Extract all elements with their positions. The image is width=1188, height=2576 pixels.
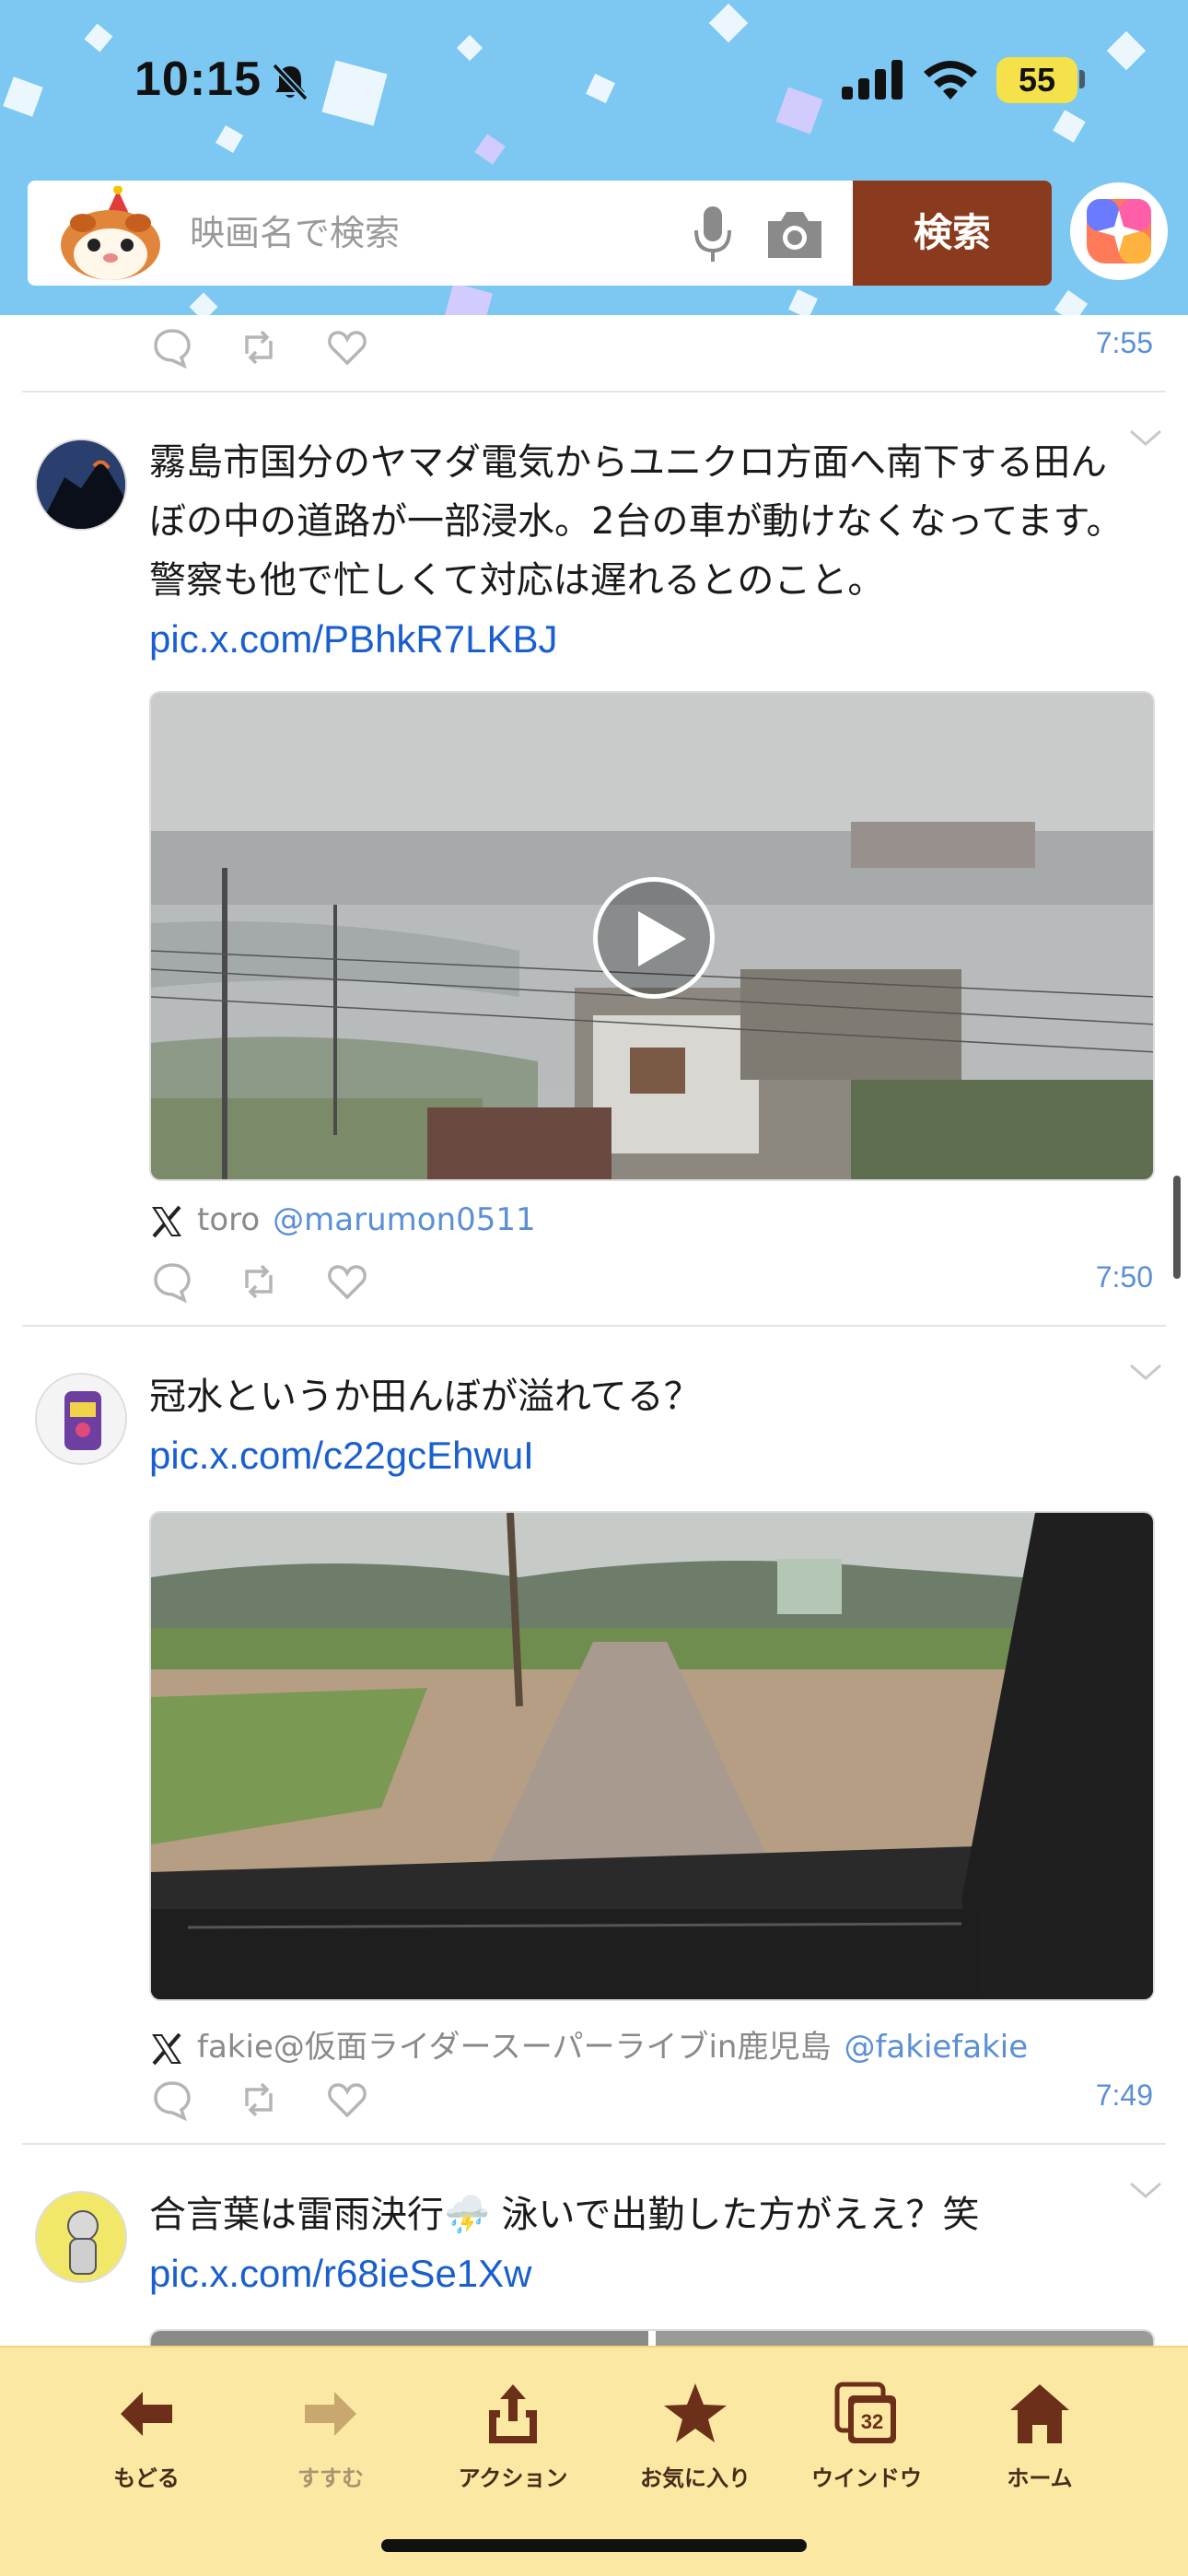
flooded-road-photo xyxy=(151,1513,1153,1999)
tweet-link[interactable]: pic.x.com/r68ieSe1Xw xyxy=(149,2252,532,2295)
chevron-down-icon[interactable] xyxy=(1127,2180,1164,2202)
back-button[interactable]: もどる xyxy=(68,2381,225,2492)
search-input[interactable] xyxy=(190,181,687,286)
tweet-attribution[interactable]: toro @marumon0511 xyxy=(149,1201,536,1239)
camera-icon[interactable] xyxy=(764,206,825,262)
tweet-body: 霧島市国分のヤマダ電気からユニクロ方面へ南下する田んぼの中の道路が一部浸水。2台… xyxy=(149,441,1124,602)
like-icon[interactable] xyxy=(326,326,368,369)
home-icon xyxy=(1010,2384,1069,2443)
tweet-timestamp[interactable]: 7:49 xyxy=(1096,2078,1153,2113)
favorites-label: お気に入り xyxy=(640,2465,751,2491)
confetti-decoration xyxy=(189,292,218,315)
author-handle[interactable]: @fakiefakie xyxy=(844,2029,1028,2066)
monkey-avatar-image xyxy=(37,2193,125,2281)
like-icon[interactable] xyxy=(326,2078,368,2121)
forward-label: すすむ xyxy=(297,2465,364,2491)
play-button[interactable] xyxy=(593,877,715,999)
reply-icon[interactable] xyxy=(151,2078,193,2121)
star-icon xyxy=(664,2383,727,2442)
tweet-body: 冠水というか田んぼが溢れてる？ xyxy=(149,1376,701,1418)
reply-icon[interactable] xyxy=(151,1260,193,1303)
battery-cap xyxy=(1079,70,1085,88)
search-button[interactable]: 検索 xyxy=(853,181,1052,286)
x-logo-icon xyxy=(152,2032,181,2065)
app-header: 10:15 55 映画名で検索 検索 xyxy=(0,0,1188,315)
share-icon xyxy=(489,2384,537,2443)
tweet-actions: 7:49 xyxy=(0,2067,1188,2132)
retweet-icon[interactable] xyxy=(238,326,280,369)
avatar[interactable] xyxy=(35,1373,127,1465)
chevron-down-icon[interactable] xyxy=(1127,1362,1164,1384)
tweet-actions: 7:50 xyxy=(0,1249,1188,1314)
tweet-photo[interactable] xyxy=(149,1511,1155,2001)
chevron-down-icon[interactable] xyxy=(1127,427,1164,450)
tweet-divider xyxy=(22,1325,1166,1327)
tweet-body: 合言葉は雷雨決行⛈️ 泳いで出勤した方がええ？笑 xyxy=(149,2194,980,2236)
microphone-icon[interactable] xyxy=(691,205,735,263)
search-bar[interactable]: 検索 xyxy=(28,181,1052,286)
tweet-actions: 7:55 xyxy=(0,315,1188,380)
like-icon[interactable] xyxy=(326,1260,368,1303)
home-indicator[interactable] xyxy=(381,2539,807,2552)
windows-button[interactable]: 32 ウインドウ xyxy=(788,2381,945,2492)
tweet-divider xyxy=(22,391,1166,392)
confetti-decoration xyxy=(788,289,818,315)
arrow-left-icon xyxy=(121,2392,172,2436)
windows-label: ウインドウ xyxy=(811,2465,922,2491)
status-time: 10:15 xyxy=(134,53,262,106)
tweet-link[interactable]: pic.x.com/PBhkR7LKBJ xyxy=(149,617,558,661)
mascot-icon[interactable] xyxy=(52,186,175,282)
tweet-text: 合言葉は雷雨決行⛈️ 泳いで出勤した方がええ？笑 pic.x.com/r68ie… xyxy=(149,2185,1125,2304)
action-label: アクション xyxy=(458,2465,568,2491)
reply-icon[interactable] xyxy=(151,326,193,369)
windows-icon: 32 xyxy=(834,2382,896,2443)
tweet-video[interactable] xyxy=(149,691,1155,1181)
author-handle[interactable]: @marumon0511 xyxy=(273,1201,535,1238)
scrollbar[interactable] xyxy=(1173,1176,1181,1279)
bell-slash-icon xyxy=(272,63,309,101)
x-logo-icon xyxy=(152,1205,181,1237)
back-label: もどる xyxy=(113,2465,180,2491)
tweet-link[interactable]: pic.x.com/c22gcEhwuI xyxy=(149,1434,534,1477)
retweet-icon[interactable] xyxy=(238,2078,280,2121)
tweet-text: 霧島市国分のヤマダ電気からユニクロ方面へ南下する田んぼの中の道路が一部浸水。2台… xyxy=(149,433,1125,670)
action-button[interactable]: アクション xyxy=(435,2381,591,2492)
arrow-right-icon xyxy=(305,2392,356,2436)
app-badge-button[interactable] xyxy=(1070,182,1168,280)
author-name: toro xyxy=(197,1201,261,1238)
tweet-timestamp[interactable]: 7:55 xyxy=(1096,326,1153,360)
figure-avatar-image xyxy=(37,1375,125,1463)
cellular-signal-icon xyxy=(842,60,903,100)
forward-button[interactable]: すすむ xyxy=(252,2381,409,2492)
home-button[interactable]: ホーム xyxy=(961,2381,1118,2492)
play-icon xyxy=(638,911,686,966)
volcano-avatar-image xyxy=(37,440,125,529)
favorites-button[interactable]: お気に入り xyxy=(617,2381,774,2492)
avatar[interactable] xyxy=(35,2191,127,2283)
avatar[interactable] xyxy=(35,439,127,531)
tweet-text: 冠水というか田んぼが溢れてる？ pic.x.com/c22gcEhwuI xyxy=(149,1367,1125,1486)
tweet-divider xyxy=(22,2143,1166,2145)
app-badge-icon xyxy=(1087,199,1151,263)
retweet-icon[interactable] xyxy=(238,1260,280,1303)
status-bar: 10:15 55 xyxy=(0,0,1188,166)
author-name: fakie@仮面ライダースーパーライブin鹿児島 xyxy=(197,2029,832,2066)
battery-level: 55 xyxy=(996,57,1077,103)
tweet-attribution[interactable]: fakie@仮面ライダースーパーライブin鹿児島 @fakiefakie xyxy=(149,2021,1028,2067)
home-label: ホーム xyxy=(1007,2465,1073,2491)
confetti-decoration xyxy=(1054,289,1089,315)
wifi-icon xyxy=(924,61,977,100)
tweet-timestamp[interactable]: 7:50 xyxy=(1096,1260,1153,1294)
windows-count: 32 xyxy=(861,2410,883,2433)
confetti-decoration xyxy=(443,283,493,315)
